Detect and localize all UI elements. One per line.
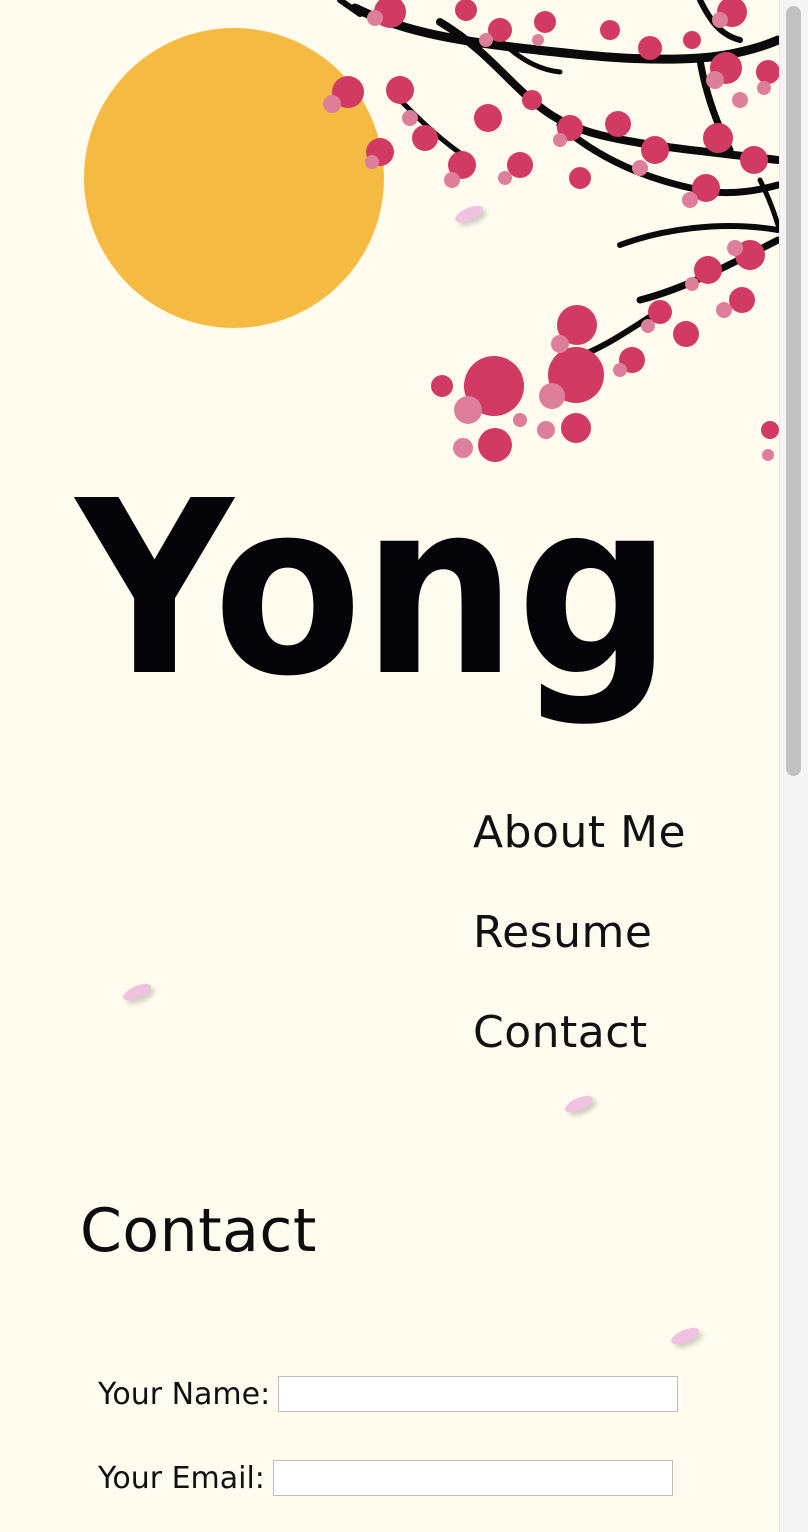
name-label: Your Name: <box>98 1376 271 1412</box>
scrollbar-thumb[interactable] <box>786 6 801 776</box>
name-row: Your Name: <box>98 1376 679 1412</box>
contact-section-title: Contact <box>80 1196 317 1266</box>
cherry-blossom-branch-illustration <box>323 0 780 462</box>
email-label: Your Email: <box>98 1460 265 1496</box>
nav-resume-link[interactable]: Resume <box>473 900 686 1000</box>
petal-decoration <box>120 980 154 1004</box>
nav-about-me-link[interactable]: About Me <box>473 800 686 900</box>
logo-text: Yong <box>73 460 672 729</box>
petal-decoration <box>668 1324 702 1348</box>
email-row: Your Email: <box>98 1460 673 1496</box>
main-nav: About Me Resume Contact <box>473 800 686 1100</box>
email-input[interactable] <box>272 1460 673 1496</box>
name-input[interactable] <box>278 1376 679 1412</box>
yong-logo: Yong <box>73 460 672 729</box>
page: Yong About Me Resume Contact Contact You… <box>0 0 808 1532</box>
nav-contact-link[interactable]: Contact <box>473 1000 686 1100</box>
